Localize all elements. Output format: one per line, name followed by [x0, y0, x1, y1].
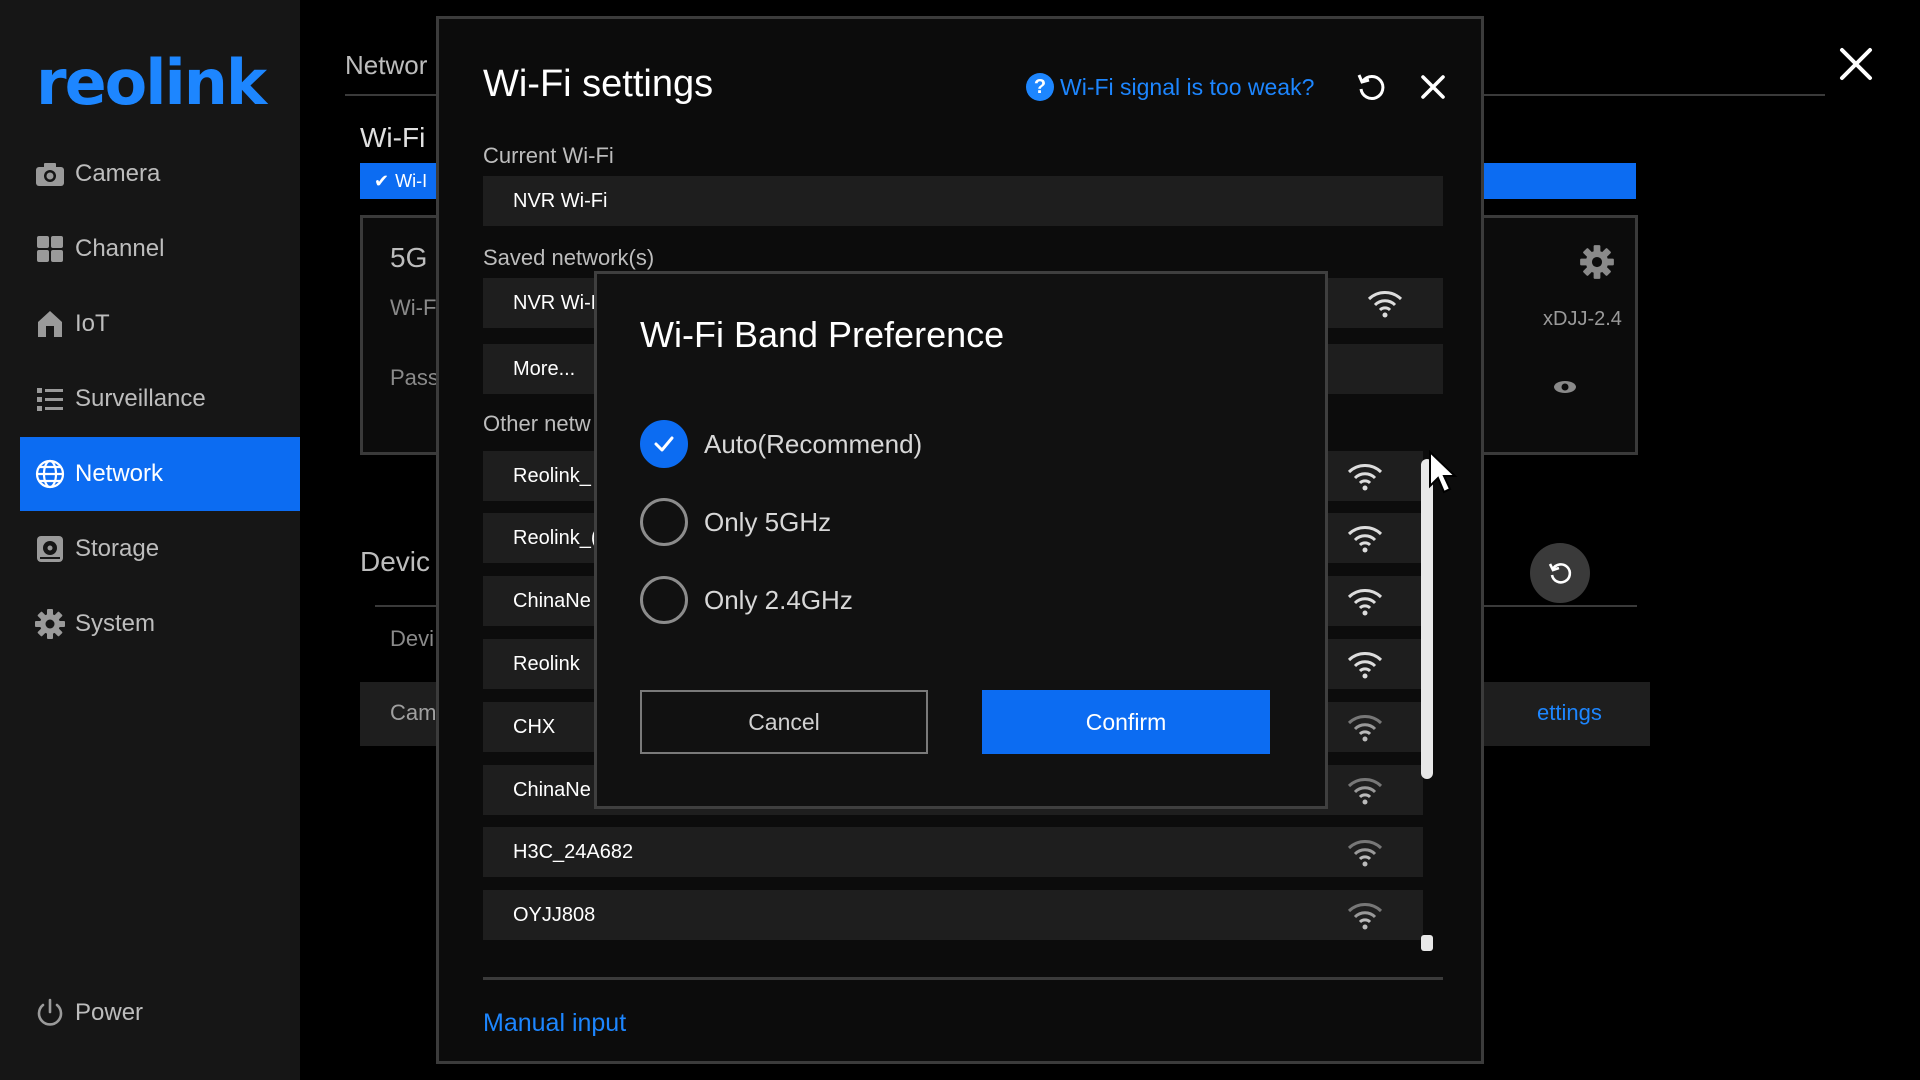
- sidebar-item-camera[interactable]: Camera: [20, 137, 300, 211]
- saved-networks-label: Saved network(s): [483, 245, 655, 270]
- option-label: Only 2.4GHz: [704, 584, 853, 615]
- power-button[interactable]: Power: [20, 976, 300, 1050]
- power-icon: [33, 996, 67, 1030]
- network-list-scrollbar[interactable]: [1421, 459, 1433, 951]
- modal-title: Wi-Fi settings: [483, 63, 714, 105]
- sidebar-item-label: Storage: [75, 535, 160, 562]
- network-name: CHX: [513, 715, 556, 738]
- scrollbar-end: [1421, 935, 1433, 951]
- storage-icon: [33, 532, 67, 566]
- option-auto[interactable]: Auto(Recommend): [640, 420, 922, 468]
- option-label: Auto(Recommend): [704, 428, 923, 459]
- manual-input-link[interactable]: Manual input: [483, 1009, 626, 1038]
- dialog-title: Wi-Fi Band Preference: [640, 314, 1005, 355]
- wifi-heading: Wi-Fi: [360, 122, 426, 153]
- device-row-label: Devi: [390, 626, 435, 651]
- settings-link[interactable]: ettings: [1537, 700, 1602, 726]
- network-name: ChinaNe: [513, 589, 591, 612]
- weak-signal-label: Wi-Fi signal is too weak?: [1060, 73, 1315, 100]
- confirm-button[interactable]: Confirm: [982, 690, 1270, 754]
- network-name: H3C_24A682: [513, 840, 634, 863]
- sidebar-item-surveillance[interactable]: Surveillance: [20, 362, 300, 436]
- sidebar-item-label: Network: [75, 460, 164, 487]
- sidebar: reolink Camera Channel IoT Surveillance …: [0, 0, 300, 1080]
- device-heading: Devic: [360, 546, 431, 577]
- password-field-label: Pass: [390, 365, 439, 390]
- wifi-signal-icon: [1347, 840, 1383, 867]
- network-list-item[interactable]: H3C_24A682: [483, 827, 1423, 877]
- sidebar-item-label: Surveillance: [75, 385, 206, 412]
- other-networks-label: Other netw: [483, 411, 591, 436]
- current-wifi-value: NVR Wi-Fi: [513, 189, 608, 212]
- network-name: Reolink_: [513, 464, 591, 487]
- help-icon: ?: [1026, 73, 1054, 101]
- wifi-signal-icon: [1367, 291, 1403, 318]
- current-wifi-row: NVR Wi-Fi: [483, 176, 1443, 226]
- network-list-item[interactable]: OYJJ808: [483, 890, 1423, 940]
- sidebar-item-storage[interactable]: Storage: [20, 512, 300, 586]
- refresh-button[interactable]: [1530, 543, 1590, 603]
- current-wifi-label: Current Wi-Fi: [483, 143, 614, 168]
- network-name: ChinaNe: [513, 778, 591, 801]
- wifi-signal-icon: [1347, 526, 1383, 553]
- power-label: Power: [75, 999, 144, 1026]
- wifi-signal-icon: [1347, 652, 1383, 679]
- sidebar-item-channel[interactable]: Channel: [20, 212, 300, 286]
- list-icon: [33, 382, 67, 416]
- radio-icon[interactable]: [640, 498, 688, 546]
- option-label: Only 5GHz: [704, 506, 832, 537]
- cancel-button[interactable]: Cancel: [640, 690, 928, 754]
- eye-icon[interactable]: [1553, 379, 1577, 395]
- network-name: OYJJ808: [513, 903, 596, 926]
- wifi-signal-icon: [1347, 464, 1383, 491]
- sidebar-item-iot[interactable]: IoT: [20, 287, 300, 361]
- wifi-signal-icon: [1347, 778, 1383, 805]
- refresh-icon: [1548, 563, 1572, 584]
- radio-checked-icon[interactable]: [640, 420, 688, 468]
- camera-row-label: Cam: [390, 700, 437, 725]
- modal-divider: [483, 977, 1443, 980]
- camera-icon: [33, 157, 67, 191]
- refresh-icon[interactable]: [1355, 71, 1387, 103]
- wifi-signal-icon: [1347, 715, 1383, 742]
- wifi-signal-icon: [1347, 589, 1383, 616]
- check-icon: ✔: [374, 170, 390, 191]
- network-name: NVR Wi-F: [513, 291, 603, 314]
- close-icon[interactable]: [1836, 44, 1876, 84]
- wifi-chip-bar: [1484, 163, 1636, 199]
- wifi-chip-label: Wi-I: [395, 170, 428, 191]
- network-name: Reolink: [513, 652, 580, 675]
- band-preference-dialog: Wi-Fi Band Preference Auto(Recommend) On…: [594, 271, 1328, 809]
- gear-icon[interactable]: [1579, 244, 1615, 280]
- wifi-chip[interactable]: ✔ Wi-I: [360, 163, 440, 199]
- ssid-value: xDJJ-2.4: [1543, 308, 1622, 330]
- sidebar-item-label: Camera: [75, 160, 161, 187]
- close-icon[interactable]: [1417, 71, 1449, 103]
- weak-signal-link[interactable]: ? Wi-Fi signal is too weak?: [1026, 73, 1314, 101]
- option-5ghz[interactable]: Only 5GHz: [640, 498, 831, 546]
- sidebar-item-system[interactable]: System: [20, 587, 300, 661]
- home-icon: [33, 307, 67, 341]
- wifi-field-label: Wi-F: [390, 295, 437, 320]
- more-label: More...: [513, 357, 576, 380]
- band-label: 5G: [390, 242, 428, 273]
- sidebar-item-label: System: [75, 610, 156, 637]
- wifi-signal-icon: [1347, 903, 1383, 930]
- gear-icon: [33, 607, 67, 641]
- globe-icon: [33, 457, 67, 491]
- sidebar-item-network[interactable]: Network: [20, 437, 300, 511]
- sidebar-item-label: Channel: [75, 235, 165, 262]
- scrollbar-thumb[interactable]: [1421, 459, 1433, 779]
- radio-icon[interactable]: [640, 576, 688, 624]
- grid-icon: [33, 232, 67, 266]
- page-title: Networ: [345, 50, 428, 80]
- reolink-logo: reolink: [36, 46, 267, 119]
- mouse-cursor-icon: [1429, 450, 1458, 494]
- sidebar-item-label: IoT: [75, 310, 110, 337]
- option-2-4ghz[interactable]: Only 2.4GHz: [640, 576, 853, 624]
- network-name: Reolink_(: [513, 526, 598, 549]
